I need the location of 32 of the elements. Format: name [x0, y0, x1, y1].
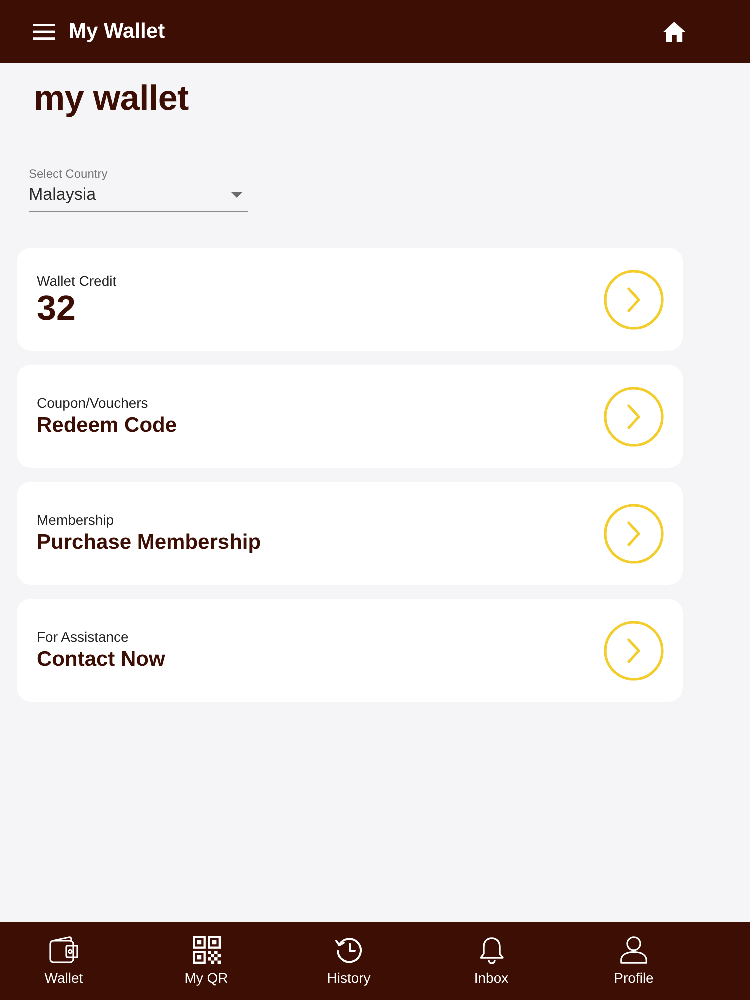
- circled-chevron-icon[interactable]: [604, 270, 664, 330]
- card-label: Wallet Credit: [37, 272, 117, 290]
- card-label: Membership: [37, 511, 114, 529]
- wallet-option-card[interactable]: Coupon/Vouchers Redeem Code: [17, 365, 683, 468]
- card-label: For Assistance: [37, 628, 129, 646]
- menu-icon[interactable]: [33, 24, 55, 40]
- wallet-option-card[interactable]: Membership Purchase Membership: [17, 482, 683, 585]
- nav-tab[interactable]: Wallet: [19, 922, 109, 1000]
- nav-tab[interactable]: My QR: [162, 922, 252, 1000]
- circled-chevron-icon[interactable]: [604, 386, 664, 446]
- bell-icon: [478, 936, 504, 964]
- wallet-option-card[interactable]: Wallet Credit 32: [17, 248, 683, 351]
- nav-tab[interactable]: History: [304, 922, 394, 1000]
- circled-chevron-icon[interactable]: [604, 620, 664, 680]
- card-value: Contact Now: [37, 647, 166, 673]
- circled-chevron-icon[interactable]: [604, 504, 664, 564]
- page-heading: my wallet: [34, 78, 189, 120]
- history-icon: [335, 936, 363, 964]
- app-bar-title: My Wallet: [69, 20, 166, 44]
- nav-tab[interactable]: Inbox: [446, 922, 536, 1000]
- qr-code-icon: [192, 936, 220, 964]
- country-select[interactable]: Select Country Malaysia: [29, 167, 248, 212]
- wallet-option-card[interactable]: For Assistance Contact Now: [17, 599, 683, 702]
- card-value: Purchase Membership: [37, 530, 262, 556]
- card-value: 32: [37, 290, 76, 328]
- dropdown-caret-icon: [231, 192, 243, 198]
- person-icon: [620, 936, 648, 964]
- card-value: Redeem Code: [37, 413, 178, 439]
- card-label: Coupon/Vouchers: [37, 394, 148, 412]
- home-icon[interactable]: [663, 22, 686, 42]
- nav-tab[interactable]: Profile: [589, 922, 679, 1000]
- wallet-icon: [49, 936, 79, 964]
